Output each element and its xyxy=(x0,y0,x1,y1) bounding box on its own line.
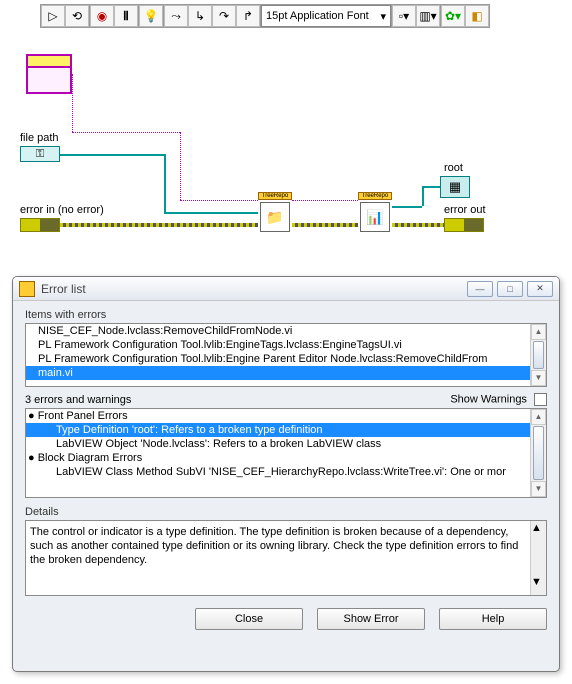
list-item[interactable]: PL Framework Configuration Tool.lvlib:En… xyxy=(26,352,546,366)
file-path-terminal[interactable]: ⚿ xyxy=(20,146,60,162)
error-count-label: 3 errors and warnings xyxy=(25,394,131,406)
details-text: The control or indicator is a type defin… xyxy=(30,525,542,567)
maximize-button[interactable]: □ xyxy=(497,281,523,297)
chevron-down-icon: ▾ xyxy=(380,10,386,23)
list-item[interactable]: PL Framework Configuration Tool.lvlib:En… xyxy=(26,338,546,352)
cleanup-button[interactable]: ✿▾ xyxy=(441,5,465,27)
error-out-label: error out xyxy=(444,204,486,216)
close-button[interactable]: Close xyxy=(195,608,303,630)
error-out-terminal[interactable] xyxy=(444,218,484,232)
error-wire xyxy=(292,223,358,227)
error-wire xyxy=(392,223,444,227)
list-item[interactable]: Type Definition 'root': Refers to a brok… xyxy=(26,423,546,437)
list-item[interactable]: Front Panel Errors xyxy=(26,409,546,423)
scroll-up-icon[interactable]: ▲ xyxy=(531,324,546,340)
root-indicator[interactable]: ▦ xyxy=(440,176,470,198)
highlight-exec-button[interactable]: 💡 xyxy=(139,5,163,27)
step-into-button[interactable]: ↳ xyxy=(188,5,212,27)
subvi-write-node[interactable]: 📊 xyxy=(360,202,390,232)
block-diagram-canvas[interactable]: file path ⚿ error in (no error) TreeRepo… xyxy=(0,36,572,262)
scroll-up-icon[interactable]: ▲ xyxy=(531,409,546,425)
scroll-thumb[interactable] xyxy=(533,426,544,480)
error-in-label: error in (no error) xyxy=(20,204,104,216)
details-label: Details xyxy=(25,506,547,518)
font-selector[interactable]: 15pt Application Font ▾ xyxy=(261,5,391,27)
subvi-banner: TreeRepo xyxy=(258,192,292,200)
error-list-window: Error list — □ ✕ Items with errors NISE_… xyxy=(12,276,560,672)
error-wire xyxy=(60,223,258,227)
scroll-down-icon[interactable]: ▼ xyxy=(531,575,546,589)
window-icon xyxy=(19,281,35,297)
run-continuous-button[interactable]: ⟲ xyxy=(65,5,89,27)
retain-wire-values-button[interactable]: ⤳ xyxy=(164,5,188,27)
items-with-errors-label: Items with errors xyxy=(25,309,547,321)
file-path-label: file path xyxy=(20,132,59,144)
root-label: root xyxy=(444,162,463,174)
pause-button[interactable]: Ⅱ xyxy=(114,5,138,27)
show-error-button[interactable]: Show Error xyxy=(317,608,425,630)
scrollbar[interactable]: ▲ ▼ xyxy=(530,324,546,386)
error-in-terminal[interactable] xyxy=(20,218,60,232)
scroll-down-icon[interactable]: ▼ xyxy=(531,481,546,497)
subvi-read-node[interactable]: 📁 xyxy=(260,202,290,232)
close-window-button[interactable]: ✕ xyxy=(527,281,553,297)
scroll-thumb[interactable] xyxy=(531,535,546,575)
window-title: Error list xyxy=(41,282,86,296)
show-warnings-label: Show Warnings xyxy=(450,393,527,405)
run-button[interactable]: ▷ xyxy=(41,5,65,27)
class-constant-node[interactable] xyxy=(26,54,72,94)
block-diagram-toolbar: ▷ ⟲ ◉ Ⅱ 💡 ⤳ ↳ ↷ ↱ 15pt Application Font … xyxy=(40,4,490,28)
list-item[interactable]: NISE_CEF_Node.lvclass:RemoveChildFromNod… xyxy=(26,324,546,338)
show-warnings-checkbox[interactable] xyxy=(534,393,547,406)
list-item[interactable]: Block Diagram Errors xyxy=(26,451,546,465)
show-warnings-toggle[interactable]: Show Warnings xyxy=(450,393,547,406)
step-out-button[interactable]: ↱ xyxy=(236,5,260,27)
abort-button[interactable]: ◉ xyxy=(90,5,114,27)
list-item[interactable]: LabVIEW Class Method SubVI 'NISE_CEF_Hie… xyxy=(26,465,546,479)
align-button[interactable]: ▫▾ xyxy=(392,5,416,27)
distribute-button[interactable]: ▥▾ xyxy=(416,5,440,27)
details-textbox[interactable]: The control or indicator is a type defin… xyxy=(25,520,547,596)
step-over-button[interactable]: ↷ xyxy=(212,5,236,27)
minimize-button[interactable]: — xyxy=(467,281,493,297)
errors-list[interactable]: Front Panel ErrorsType Definition 'root'… xyxy=(25,408,547,498)
subvi-banner: TreeRepo xyxy=(358,192,392,200)
font-label: 15pt Application Font xyxy=(266,10,369,22)
scroll-up-icon[interactable]: ▲ xyxy=(531,521,546,535)
reorder-button[interactable]: ◧ xyxy=(465,5,489,27)
items-with-errors-list[interactable]: NISE_CEF_Node.lvclass:RemoveChildFromNod… xyxy=(25,323,547,387)
scroll-down-icon[interactable]: ▼ xyxy=(531,370,546,386)
scroll-thumb[interactable] xyxy=(533,341,544,369)
list-item[interactable]: main.vi xyxy=(26,366,546,380)
scrollbar[interactable]: ▲ ▼ xyxy=(530,409,546,497)
scrollbar[interactable]: ▲ ▼ xyxy=(530,521,546,595)
list-item[interactable]: LabVIEW Object 'Node.lvclass': Refers to… xyxy=(26,437,546,451)
help-button[interactable]: Help xyxy=(439,608,547,630)
titlebar[interactable]: Error list — □ ✕ xyxy=(13,277,559,301)
